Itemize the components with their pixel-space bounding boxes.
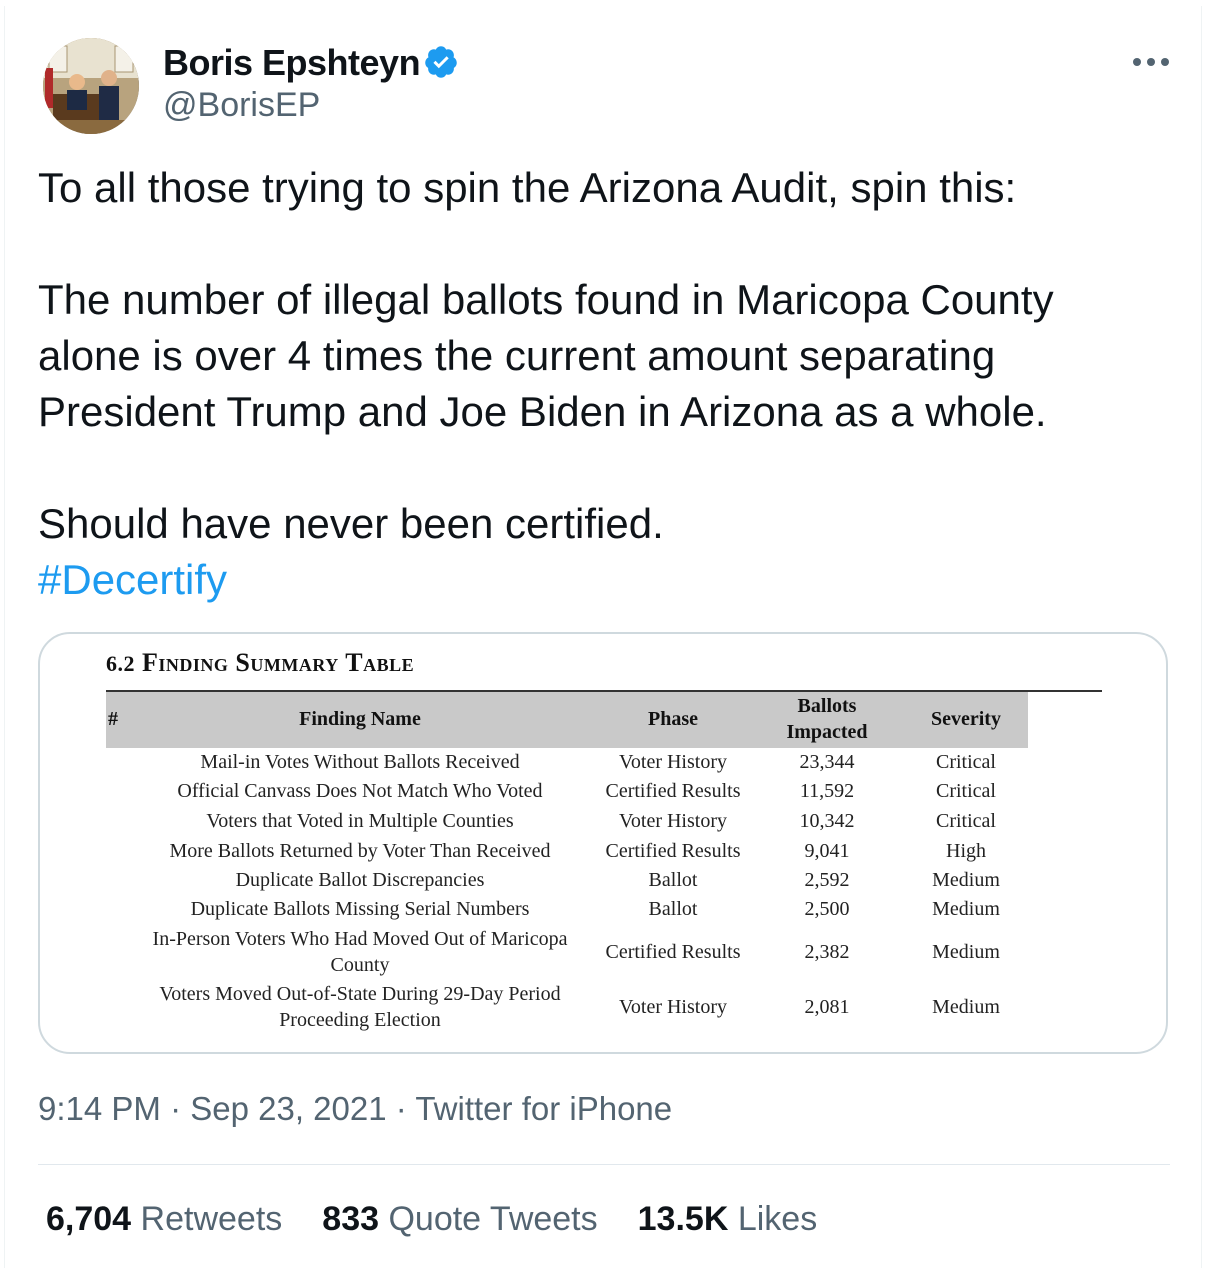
tweet-media-image[interactable]: 6.2 Finding Summary Table # Finding Name… [38,632,1168,1054]
table-cell-severity: Medium [932,996,1000,1018]
finding-summary-table: 6.2 Finding Summary Table # Finding Name… [40,634,1166,1052]
table-cell-finding-cont: County [330,954,390,976]
separator: · [395,1090,407,1127]
retweets-count: 6,704 [46,1200,132,1238]
table-cell-ballots: 10,342 [799,810,855,832]
verified-badge-icon [425,46,457,78]
likes-stat[interactable]: 13.5K Likes [638,1200,818,1239]
table-cell-ballots: 2,081 [804,996,850,1018]
table-cell-phase: Ballot [648,869,698,891]
retweets-stat[interactable]: 6,704 Retweets [46,1200,282,1239]
table-cell-phase: Voter History [619,996,727,1018]
tweet-text-line1: To all those trying to spin the Arizona … [38,164,1017,211]
header-phase: Phase [648,708,698,730]
table-cell-finding: Mail-in Votes Without Ballots Received [200,751,520,773]
header-severity: Severity [931,708,1001,730]
tweet-stats: 6,704 Retweets 833 Quote Tweets 13.5K Li… [46,1200,817,1239]
table-cell-phase: Voter History [619,751,727,773]
tweet-date[interactable]: Sep 23, 2021 [190,1090,386,1127]
table-cell-severity: Critical [936,751,996,773]
table-cell-phase: Certified Results [605,840,741,862]
table-cell-phase: Certified Results [605,941,741,963]
divider [38,1164,1170,1165]
profile-avatar[interactable] [43,38,139,134]
dot [1161,58,1169,66]
likes-count: 13.5K [637,1200,729,1238]
table-cell-finding: Voters that Voted in Multiple Counties [206,810,514,832]
tweet-text-paragraph2: The number of illegal ballots found in M… [38,276,1054,435]
table-cell-finding: Official Canvass Does Not Match Who Vote… [177,780,543,802]
table-cell-phase: Certified Results [605,780,741,802]
avatar-image [43,38,139,134]
table-cell-ballots: 2,500 [804,898,850,920]
separator: · [170,1090,182,1127]
table-cell-finding: More Ballots Returned by Voter Than Rece… [169,840,551,862]
table-title: 6.2 Finding Summary Table [106,648,414,678]
table-cell-phase: Voter History [619,810,727,832]
header-finding-name: Finding Name [299,708,421,730]
table-cell-ballots: 2,382 [804,941,850,963]
table-cell-ballots: 23,344 [799,751,855,773]
dot [1133,58,1141,66]
retweets-label: Retweets [140,1200,283,1238]
table-cell-finding-cont: Proceeding Election [279,1009,441,1031]
table-cell-finding: Voters Moved Out-of-State During 29-Day … [159,983,561,1005]
likes-label: Likes [737,1200,818,1238]
author-handle[interactable]: @BorisEP [163,86,320,125]
table-cell-severity: Critical [936,810,996,832]
hashtag-link[interactable]: #Decertify [38,556,227,603]
table-title-text: Finding Summary Table [142,648,415,677]
tweet-time[interactable]: 9:14 PM [38,1090,161,1127]
table-cell-finding: Duplicate Ballot Discrepancies [235,869,485,891]
table-cell-ballots: 11,592 [799,780,855,802]
table-cell-severity: Medium [932,898,1000,920]
quote-tweets-label: Quote Tweets [388,1200,598,1238]
table-cell-finding: Duplicate Ballots Missing Serial Numbers [190,898,530,920]
tweet-body: To all those trying to spin the Arizona … [38,160,1178,608]
more-dots-icon[interactable] [1133,52,1173,72]
tweet-source-link[interactable]: Twitter for iPhone [415,1090,672,1127]
table-cell-severity: Medium [932,941,1000,963]
table-cell-severity: High [946,840,986,862]
table-title-number: 6.2 [106,651,135,676]
dot [1147,58,1155,66]
header-num: # [108,708,118,730]
table-cell-severity: Critical [936,780,996,802]
header-ballots-line1: Ballots [797,695,857,717]
table-cell-finding: In-Person Voters Who Had Moved Out of Ma… [152,928,568,950]
quote-tweets-stat[interactable]: 833 Quote Tweets [322,1200,597,1239]
header-ballots-line2: Impacted [786,721,868,743]
author-display-name[interactable]: Boris Epshteyn [163,42,421,84]
table-cell-severity: Medium [932,869,1000,891]
table-cell-ballots: 2,592 [804,869,850,891]
table-cell-phase: Ballot [648,898,698,920]
tweet-timestamp: 9:14 PM · Sep 23, 2021 · Twitter for iPh… [38,1090,672,1128]
tweet-text-paragraph3: Should have never been certified. [38,500,664,547]
table-cell-ballots: 9,041 [804,840,850,862]
quote-tweets-count: 833 [322,1200,380,1238]
